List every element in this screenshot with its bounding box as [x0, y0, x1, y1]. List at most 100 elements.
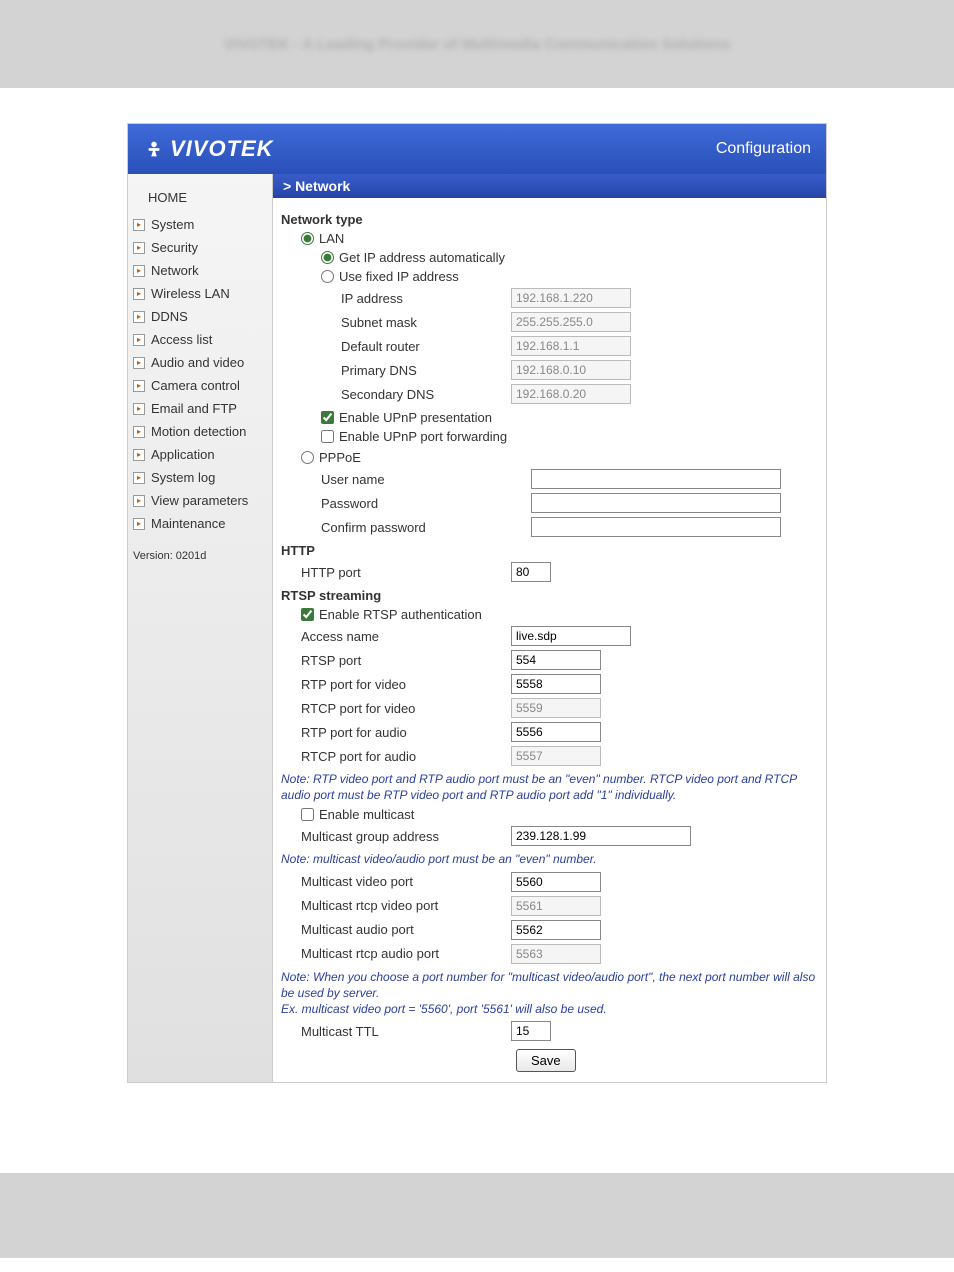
rtsp-title: RTSP streaming	[281, 588, 818, 603]
nav-label: Maintenance	[151, 516, 225, 531]
access-name-input[interactable]	[511, 626, 631, 646]
arrow-icon: ▸	[133, 334, 145, 346]
sdns-label: Secondary DNS	[341, 387, 511, 402]
rtcp-audio-label: RTCP port for audio	[301, 749, 511, 764]
rtsp-auth-checkbox[interactable]	[301, 608, 314, 621]
nav-ddns[interactable]: ▸ DDNS	[128, 305, 272, 328]
sdns-input[interactable]	[511, 384, 631, 404]
nav-application[interactable]: ▸ Application	[128, 443, 272, 466]
network-type-title: Network type	[281, 212, 818, 227]
rtp-video-input[interactable]	[511, 674, 601, 694]
nav-label: Wireless LAN	[151, 286, 230, 301]
fixed-ip-radio[interactable]	[321, 270, 334, 283]
mgroup-label: Multicast group address	[301, 829, 511, 844]
nav-label: System log	[151, 470, 215, 485]
nav-email-ftp[interactable]: ▸Email and FTP	[128, 397, 272, 420]
lan-radio[interactable]	[301, 232, 314, 245]
nav-access-list[interactable]: ▸ Access list	[128, 328, 272, 351]
pppoe-label: PPPoE	[319, 450, 361, 465]
nav-label: Application	[151, 447, 215, 462]
pdns-input[interactable]	[511, 360, 631, 380]
nav-motion-detection[interactable]: ▸ Motion detection	[128, 420, 272, 443]
nav-label: Motion detection	[151, 424, 246, 439]
rtsp-port-label: RTSP port	[301, 653, 511, 668]
save-button[interactable]: Save	[516, 1049, 576, 1072]
rtcp-video-input[interactable]	[511, 698, 601, 718]
map-input[interactable]	[511, 920, 601, 940]
nav-label: Access list	[151, 332, 212, 347]
mrap-label: Multicast rtcp audio port	[301, 946, 511, 961]
body-wrap: HOME ▸ System ▸Security ▸ Network ▸ Wireles…	[128, 174, 826, 1082]
arrow-icon: ▸	[133, 288, 145, 300]
password-input[interactable]	[531, 493, 781, 513]
mvp-input[interactable]	[511, 872, 601, 892]
arrow-icon: ▸	[133, 518, 145, 530]
rtsp-port-input[interactable]	[511, 650, 601, 670]
nav-label: DDNS	[151, 309, 188, 324]
access-name-label: Access name	[301, 629, 511, 644]
rtp-audio-input[interactable]	[511, 722, 601, 742]
rtsp-auth-label: Enable RTSP authentication	[319, 607, 482, 622]
config-label: Configuration	[716, 140, 811, 158]
nav-network[interactable]: ▸ Network	[128, 259, 272, 282]
rtcp-audio-input[interactable]	[511, 746, 601, 766]
username-input[interactable]	[531, 469, 781, 489]
arrow-icon: ▸	[133, 357, 145, 369]
nav-system-log[interactable]: ▸ System log	[128, 466, 272, 489]
http-port-input[interactable]	[511, 562, 551, 582]
multicast-checkbox[interactable]	[301, 808, 314, 821]
nav-home[interactable]: HOME	[128, 184, 272, 213]
arrow-icon: ▸	[133, 265, 145, 277]
arrow-icon: ▸	[133, 495, 145, 507]
auto-ip-radio[interactable]	[321, 251, 334, 264]
upnp-port-checkbox[interactable]	[321, 430, 334, 443]
subnet-input[interactable]	[511, 312, 631, 332]
logo-icon	[143, 138, 165, 160]
fixed-ip-label: Use fixed IP address	[339, 269, 459, 284]
nav-maintenance[interactable]: ▸ Maintenance	[128, 512, 272, 535]
app-container: VIVOTEK Configuration HOME ▸ System ▸Secu…	[127, 123, 827, 1083]
nav-wireless-lan[interactable]: ▸ Wireless LAN	[128, 282, 272, 305]
upnp-pres-checkbox[interactable]	[321, 411, 334, 424]
router-input[interactable]	[511, 336, 631, 356]
arrow-icon: ▸	[133, 449, 145, 461]
content-area: > Network Network type LAN Get IP addres…	[273, 174, 826, 1082]
nav-camera-control[interactable]: ▸Camera control	[128, 374, 272, 397]
doc-footer-bar	[0, 1173, 954, 1258]
arrow-icon: ▸	[133, 311, 145, 323]
mrvp-input[interactable]	[511, 896, 601, 916]
nav-label: System	[151, 217, 194, 232]
form-area: Network type LAN Get IP address automati…	[273, 198, 826, 1082]
mgroup-input[interactable]	[511, 826, 691, 846]
arrow-icon: ▸	[133, 242, 145, 254]
rtp-video-label: RTP port for video	[301, 677, 511, 692]
nav-security[interactable]: ▸Security	[128, 236, 272, 259]
logo: VIVOTEK	[143, 136, 274, 162]
map-label: Multicast audio port	[301, 922, 511, 937]
upnp-port-label: Enable UPnP port forwarding	[339, 429, 507, 444]
nav-system[interactable]: ▸ System	[128, 213, 272, 236]
nav-label: Network	[151, 263, 199, 278]
username-label: User name	[321, 472, 531, 487]
section-bar: > Network	[273, 174, 826, 198]
nav-view-parameters[interactable]: ▸ View parameters	[128, 489, 272, 512]
http-title: HTTP	[281, 543, 818, 558]
nav-audio-video[interactable]: ▸Audio and video	[128, 351, 272, 374]
mrvp-label: Multicast rtcp video port	[301, 898, 511, 913]
rtp-audio-label: RTP port for audio	[301, 725, 511, 740]
arrow-icon: ▸	[133, 426, 145, 438]
arrow-icon: ▸	[133, 219, 145, 231]
subnet-label: Subnet mask	[341, 315, 511, 330]
arrow-icon: ▸	[133, 472, 145, 484]
note-multicast-next: Note: When you choose a port number for …	[281, 969, 818, 1018]
doc-header-bar: VIVOTEK - A Leading Provider of Multimed…	[0, 0, 954, 88]
mrap-input[interactable]	[511, 944, 601, 964]
lan-label: LAN	[319, 231, 344, 246]
logo-text: VIVOTEK	[170, 136, 274, 162]
pppoe-radio[interactable]	[301, 451, 314, 464]
confirm-password-input[interactable]	[531, 517, 781, 537]
ip-input[interactable]	[511, 288, 631, 308]
nav-label: View parameters	[151, 493, 248, 508]
note-multicast-even: Note: multicast video/audio port must be…	[281, 851, 818, 867]
ttl-input[interactable]	[511, 1021, 551, 1041]
